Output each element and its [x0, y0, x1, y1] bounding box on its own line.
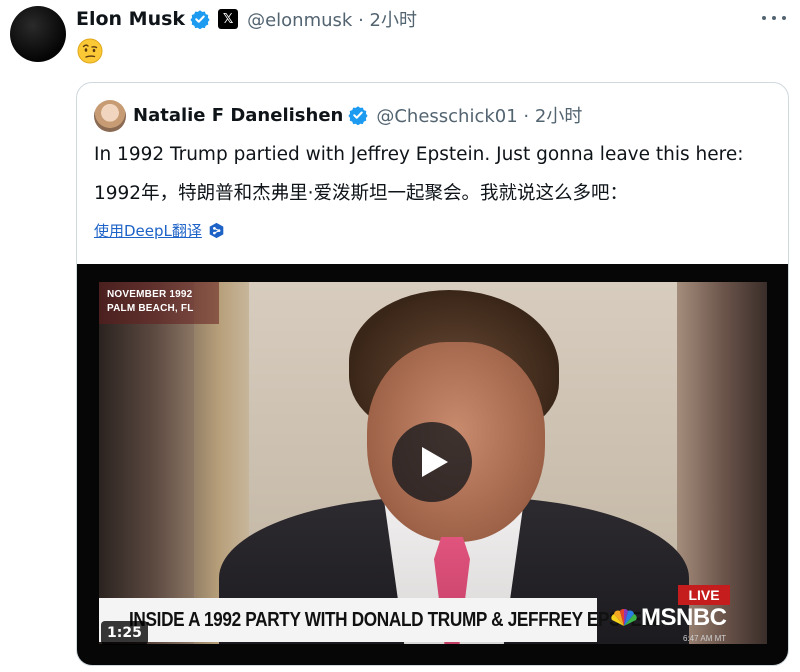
video-duration: 1:25	[101, 621, 148, 645]
quoted-post-time[interactable]: 2小时	[535, 106, 582, 127]
author-name[interactable]: Elon Musk	[76, 8, 185, 30]
quoted-post-card[interactable]: Natalie F Danelishen @Chesschick01 · 2小时…	[76, 82, 789, 666]
live-badge: LIVE	[678, 585, 730, 605]
quoted-text-chinese: 1992年，特朗普和杰弗里·爱泼斯坦一起聚会。我就说这么多吧：	[94, 183, 628, 204]
video-headline-bar: INSIDE A 1992 PARTY WITH DONALD TRUMP & …	[99, 598, 658, 642]
video-date-caption: NOVEMBER 1992 PALM BEACH, FL	[99, 282, 219, 324]
x-logo-icon[interactable]: 𝕏	[218, 9, 239, 29]
quoted-handle-text[interactable]: @Chesschick01	[376, 106, 517, 127]
network-time: 6:47 AM MT	[683, 634, 727, 643]
video-date-line1: NOVEMBER 1992	[107, 289, 193, 300]
quoted-author-avatar[interactable]	[94, 100, 126, 132]
network-logo: MSNBC	[610, 603, 727, 633]
peacock-icon	[611, 608, 637, 626]
more-options-icon[interactable]	[762, 8, 786, 28]
network-name: MSNBC	[641, 604, 727, 631]
post-time[interactable]: 2小时	[370, 10, 417, 31]
verified-badge-icon[interactable]	[190, 9, 210, 29]
separator-dot: ·	[358, 10, 364, 31]
author-handle[interactable]: @elonmusk · 2小时	[247, 6, 417, 32]
video-date-line2: PALM BEACH, FL	[107, 303, 194, 314]
quoted-post-header: Natalie F Danelishen @Chesschick01 · 2小时	[133, 102, 582, 128]
quoted-text-english: In 1992 Trump partied with Jeffrey Epste…	[94, 144, 744, 165]
quoted-author-handle[interactable]: @Chesschick01 · 2小时	[376, 102, 582, 128]
translate-row: 使用DeepL翻译	[94, 220, 225, 241]
translate-link[interactable]: 使用DeepL翻译	[94, 220, 202, 241]
quoted-author-name[interactable]: Natalie F Danelishen	[133, 105, 343, 126]
face-with-raised-eyebrow-emoji	[77, 38, 103, 64]
play-button[interactable]	[392, 422, 472, 502]
deepl-icon	[208, 222, 225, 239]
author-avatar[interactable]	[10, 6, 66, 62]
play-icon	[421, 447, 448, 477]
video-player[interactable]: NOVEMBER 1992 PALM BEACH, FL INSIDE A 19…	[77, 264, 788, 665]
handle-text[interactable]: @elonmusk	[247, 10, 352, 31]
post-header: Elon Musk 𝕏 @elonmusk · 2小时	[76, 6, 417, 32]
video-headline: INSIDE A 1992 PARTY WITH DONALD TRUMP & …	[129, 608, 659, 631]
separator-dot: ·	[523, 106, 530, 127]
verified-badge-icon[interactable]	[348, 105, 368, 125]
